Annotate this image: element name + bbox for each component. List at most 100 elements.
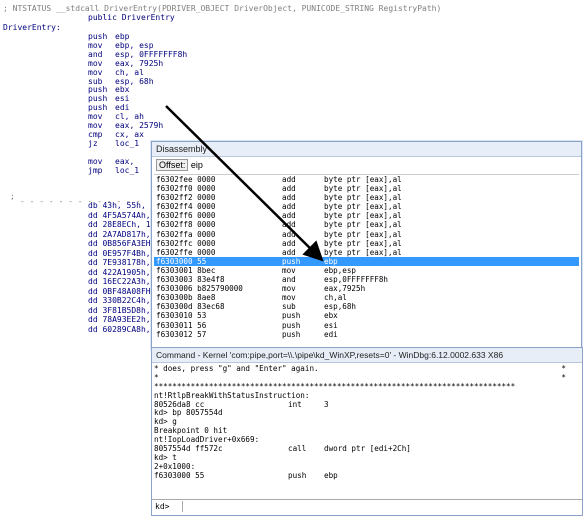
- instruction-row[interactable]: f6303012 57 push edi: [154, 330, 579, 339]
- instruction-row[interactable]: f6302ff8 0000 add byte ptr [eax],al: [154, 220, 579, 229]
- instruction-address: f630300b 8ae8: [156, 293, 216, 303]
- instruction-row[interactable]: f630300b 8ae8 mov ch,al: [154, 293, 579, 302]
- instruction-operands: eax,7925h: [324, 284, 366, 294]
- ida-mnemonic: jmp: [88, 165, 103, 175]
- command-output[interactable]: * does, press "g" and "Enter" again. * * * *…: [154, 365, 578, 497]
- instruction-row[interactable]: f6303006 b825790000 mov eax,7925h: [154, 284, 579, 293]
- command-output-line: 2+0x1000:: [154, 461, 578, 472]
- ida-data-line: dd 16EC22A3h,: [88, 277, 150, 286]
- disassembly-listing[interactable]: f6302fee 0000 add byte ptr [eax],al f6302ff…: [154, 174, 579, 348]
- kd-prompt: kd>: [155, 502, 170, 511]
- output-text: Breakpoint 0 hit: [154, 426, 228, 436]
- instruction-row[interactable]: f6302ff4 0000 add byte ptr [eax],al: [154, 202, 579, 211]
- ida-mnemonic: sub: [88, 76, 103, 86]
- instruction-row[interactable]: f6302ffe 0000 add byte ptr [eax],al: [154, 248, 579, 257]
- output-text: 2+0x1000:: [154, 461, 196, 471]
- output-mnemonic: call: [288, 444, 307, 454]
- instruction-address: f6302ff0 0000: [156, 184, 216, 194]
- instruction-address: f6302ff8 0000: [156, 220, 216, 230]
- instruction-mnemonic: sub: [282, 302, 296, 312]
- instruction-operands: ebx: [324, 311, 338, 321]
- instruction-operands: byte ptr [eax],al: [324, 229, 402, 239]
- instruction-row[interactable]: f6302ffa 0000 add byte ptr [eax],al: [154, 230, 579, 239]
- command-input[interactable]: [182, 501, 580, 512]
- ida-data-line: dd 3F81B5D8h,: [88, 305, 150, 315]
- ida-operand: loc_1: [115, 138, 140, 148]
- output-text: * does, press "g" and "Enter" again.: [154, 365, 319, 373]
- command-input-row: kd>: [152, 499, 582, 515]
- instruction-mnemonic: push: [282, 329, 301, 339]
- instruction-address: f6302ff2 0000: [156, 193, 216, 203]
- ida-mnemonic: mov: [88, 121, 103, 130]
- ida-data-line: dd 28E8ECh, 1: [88, 220, 150, 229]
- instruction-row[interactable]: f6302ff2 0000 add byte ptr [eax],al: [154, 193, 579, 202]
- command-output-line: kd> bp 8057554d: [154, 409, 578, 418]
- command-output-line: f6303000 55 push ebp: [154, 470, 578, 481]
- selected-instruction-row[interactable]: f6303000 55 push ebp: [154, 256, 579, 266]
- output-text: nt!RtlpBreakWithStatusInstruction:: [154, 390, 310, 400]
- instruction-operands: byte ptr [eax],al: [324, 211, 402, 221]
- instruction-address: f6303010 53: [156, 311, 207, 321]
- instruction-row[interactable]: f6303011 56 push esi: [154, 321, 579, 330]
- command-window[interactable]: Command - Kernel 'com:pipe,port=\\.\pipe…: [151, 347, 583, 516]
- instruction-row[interactable]: f6302ff6 0000 add byte ptr [eax],al: [154, 211, 579, 220]
- ida-operand: cx, ax: [115, 129, 144, 139]
- instruction-operands: ch,al: [324, 293, 347, 303]
- ida-operand: esp, 68h: [115, 76, 154, 86]
- function-signature-comment: ; NTSTATUS __stdcall DriverEntry(PDRIVER…: [3, 4, 442, 13]
- instruction-operands: edi: [324, 329, 338, 339]
- ida-mnemonic: mov: [88, 112, 103, 122]
- ida-operand: esp, 0FFFFFFF8h: [115, 49, 188, 59]
- ida-operand: eax, 2579h: [115, 121, 164, 130]
- ida-data-line: dd 60289CA8h,: [88, 324, 150, 334]
- ida-operand: esi: [115, 94, 130, 104]
- instruction-address: f6303006 b825790000: [156, 284, 243, 294]
- instruction-mnemonic: add: [282, 211, 296, 221]
- ida-operand: edi: [115, 103, 130, 113]
- instruction-address: f6303012 57: [156, 329, 207, 339]
- ida-data-line: dd 0B856FA3EH: [88, 239, 150, 248]
- ida-operand: cl, ah: [115, 112, 144, 122]
- command-output-line: 8057554d ff572c call dword ptr [edi+2Ch]: [154, 444, 578, 454]
- instruction-mnemonic: mov: [282, 284, 296, 294]
- instruction-row[interactable]: f6302fee 0000 add byte ptr [eax],al: [154, 175, 579, 184]
- output-operands: 3: [324, 399, 329, 409]
- instruction-row[interactable]: f6303003 83e4f8 and esp,0FFFFFFF8h: [154, 275, 579, 284]
- instruction-row[interactable]: f6303010 53 push ebx: [154, 311, 579, 320]
- output-text: f6303000 55: [154, 470, 205, 480]
- instruction-operands: byte ptr [eax],al: [324, 202, 402, 212]
- ida-operand: eax,: [115, 156, 135, 166]
- instruction-address: f6302ff6 0000: [156, 211, 216, 221]
- ida-mnemonic: mov: [88, 40, 103, 50]
- ida-mnemonic: mov: [88, 67, 103, 77]
- ida-mnemonic: push: [88, 103, 108, 113]
- instruction-operands: byte ptr [eax],al: [324, 175, 402, 184]
- ida-mnemonic: jz: [88, 138, 98, 148]
- ida-data-line: db 43h, 55h,: [88, 201, 146, 210]
- command-output-line: * does, press "g" and "Enter" again. *: [154, 365, 578, 374]
- command-output-line: nt!RtlpBreakWithStatusInstruction:: [154, 390, 578, 401]
- instruction-mnemonic: push: [282, 256, 301, 266]
- offset-input[interactable]: eip: [191, 160, 203, 170]
- instruction-row[interactable]: f6302ffc 0000 add byte ptr [eax],al: [154, 239, 579, 248]
- ida-operand: ebx: [115, 85, 130, 95]
- output-text: 80526da8 cc: [154, 399, 205, 409]
- instruction-mnemonic: mov: [282, 265, 296, 275]
- instruction-address: f6302ffa 0000: [156, 229, 216, 239]
- instruction-row[interactable]: f6302ff0 0000 add byte ptr [eax],al: [154, 184, 579, 193]
- instruction-mnemonic: add: [282, 247, 296, 257]
- ida-operand: loc_1: [115, 165, 140, 175]
- instruction-address: f6302ffc 0000: [156, 238, 216, 248]
- driverentry-label[interactable]: DriverEntry:: [3, 23, 61, 32]
- ida-mnemonic: push: [88, 85, 108, 95]
- instruction-address: f6302ff4 0000: [156, 202, 216, 212]
- ida-data-line: dd 4F5A574Ah,: [88, 210, 150, 220]
- instruction-address: f6303000 55: [156, 256, 207, 266]
- output-text: nt!IopLoadDriver+0x669:: [154, 435, 260, 445]
- instruction-row[interactable]: f6303001 8bec mov ebp,esp: [154, 266, 579, 275]
- disassembly-window[interactable]: Disassembly Offset: eip f6302fee 0000 add…: [151, 141, 582, 349]
- ida-data-line: dd 7E938178h,: [88, 258, 150, 267]
- instruction-row[interactable]: f630300d 83ec68 sub esp,68h: [154, 302, 579, 311]
- output-text: ****************************************…: [154, 382, 516, 391]
- instruction-mnemonic: push: [282, 320, 301, 330]
